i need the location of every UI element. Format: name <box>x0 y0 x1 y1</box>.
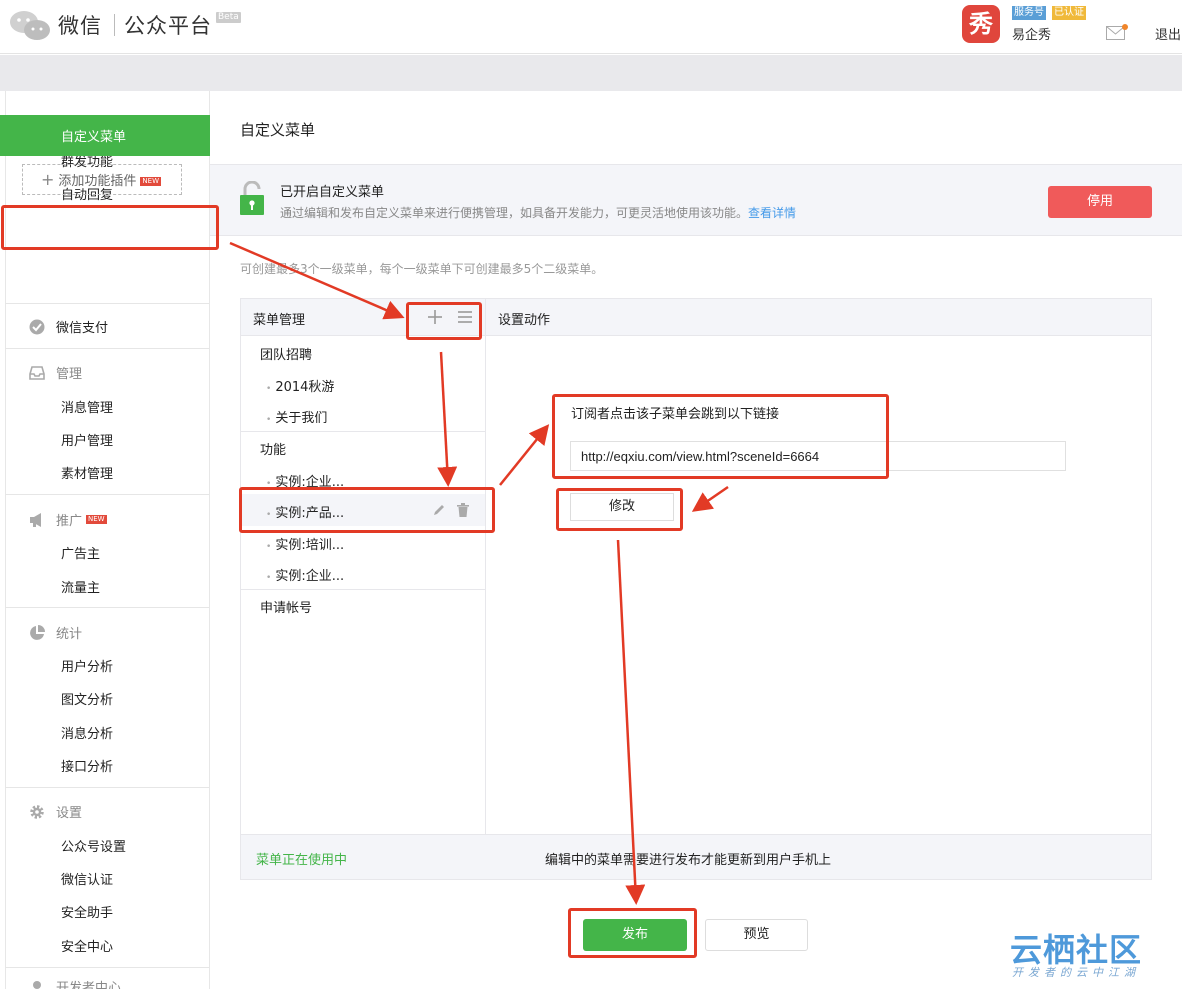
menu-editor-divider <box>485 298 486 834</box>
header-gray-band <box>0 55 1182 91</box>
add-plugin-label: 添加功能插件 <box>58 174 137 189</box>
sidebar-section-manage: 管理 <box>29 363 82 382</box>
banner-description: 通过编辑和发布自定义菜单来进行便携管理，如具备开发能力，可更灵活地使用该功能。查… <box>280 204 796 221</box>
menu-limit-tip: 可创建最多3个一级菜单，每个一级菜单下可创建最多5个二级菜单。 <box>240 262 604 276</box>
menu-item-label: 2014秋游 <box>275 380 335 395</box>
sidebar-item-security-center[interactable]: 安全中心 <box>61 936 113 955</box>
banner-desc-text: 通过编辑和发布自定义菜单来进行便携管理，如具备开发能力，可更灵活地使用该功能。 <box>280 206 749 220</box>
verified-badge: 已认证 <box>1052 6 1086 20</box>
status-banner <box>210 164 1182 236</box>
sidebar-item-user-manage[interactable]: 用户管理 <box>61 430 113 449</box>
publish-tip: 编辑中的菜单需要进行发布才能更新到用户手机上 <box>545 853 832 868</box>
sidebar-item-custom-menu-label: 自定义菜单 <box>61 130 127 145</box>
sidebar-section-stats: 统计 <box>29 623 82 642</box>
sidebar-divider <box>5 348 209 349</box>
bullet-icon: • <box>266 573 272 583</box>
annotation-box-selected-menu <box>239 487 495 533</box>
brand-name: 微信 <box>58 14 102 38</box>
sidebar-divider <box>5 494 209 495</box>
menu-item-level1[interactable]: 申请帐号 <box>260 597 312 616</box>
sidebar-item-security-assistant[interactable]: 安全助手 <box>61 902 113 921</box>
sidebar-item-msg-manage[interactable]: 消息管理 <box>61 397 113 416</box>
annotation-box-add-menu <box>406 302 482 340</box>
mail-icon[interactable] <box>1106 24 1128 40</box>
new-badge: NEW <box>140 177 162 186</box>
banner-title: 已开启自定义菜单 <box>280 185 385 200</box>
sidebar-item-wechat-verify[interactable]: 微信认证 <box>61 869 113 888</box>
sidebar-divider <box>5 303 209 304</box>
sidebar-divider <box>5 607 209 608</box>
preview-button[interactable]: 预览 <box>705 919 808 951</box>
menu-management-title: 菜单管理 <box>253 313 306 328</box>
set-action-title: 设置动作 <box>498 313 551 328</box>
sidebar-section-label: 统计 <box>56 627 83 642</box>
sidebar-divider <box>5 787 209 788</box>
menu-item-label: 实例:培训... <box>275 538 345 553</box>
disable-menu-button[interactable]: 停用 <box>1048 186 1152 218</box>
menu-item-label: 关于我们 <box>275 411 328 426</box>
bullet-icon: • <box>266 384 272 394</box>
sidebar-item-advertiser[interactable]: 广告主 <box>61 543 100 562</box>
new-badge: NEW <box>86 515 107 524</box>
platform-name: 公众平台 <box>124 14 212 38</box>
sidebar-section-label: 开发者中心 <box>56 981 122 989</box>
sidebar-item-traffic-owner[interactable]: 流量主 <box>61 577 100 596</box>
annotation-box-link <box>552 394 889 479</box>
logout-link[interactable]: 退出 <box>1155 24 1181 43</box>
wechat-pay-icon <box>29 319 45 334</box>
megaphone-icon <box>30 512 41 527</box>
beta-badge: Beta <box>216 12 241 23</box>
menu-item-level1[interactable]: 功能 <box>260 439 286 458</box>
menu-item-level1[interactable]: 团队招聘 <box>260 344 312 363</box>
menu-item-level2[interactable]: • 实例:企业... <box>266 565 344 584</box>
menu-item-level2[interactable]: • 2014秋游 <box>266 376 334 395</box>
sidebar-item-material-manage[interactable]: 素材管理 <box>61 463 113 482</box>
unlock-icon <box>240 181 264 215</box>
menu-item-level2[interactable]: • 实例:培训... <box>266 534 344 553</box>
sidebar-section-settings: 设置 <box>29 802 82 821</box>
plus-icon: + <box>41 170 55 189</box>
add-plugin-button[interactable]: + 添加功能插件 NEW <box>22 164 182 195</box>
menu-editor-header <box>240 298 1152 336</box>
pie-chart-icon <box>30 624 45 640</box>
gear-icon <box>30 804 44 819</box>
sidebar-section-label: 推广 <box>56 514 83 529</box>
bullet-icon: • <box>266 415 272 425</box>
wechat-logo-icon <box>10 11 50 40</box>
sidebar-section-dev: 开发者中心 <box>29 980 121 989</box>
view-details-link[interactable]: 查看详情 <box>748 206 796 220</box>
account-name[interactable]: 易企秀 <box>1012 24 1051 43</box>
sidebar-section-label: 微信支付 <box>56 321 109 336</box>
sidebar-item-article-analysis[interactable]: 图文分析 <box>61 689 113 708</box>
inbox-icon <box>29 365 45 380</box>
annotation-box-custom-menu <box>1 205 219 250</box>
sidebar-section-pay[interactable]: 微信支付 <box>29 317 108 336</box>
account-avatar[interactable]: 秀 <box>962 5 1000 43</box>
sidebar-divider <box>5 967 209 968</box>
page-title: 自定义菜单 <box>240 121 316 139</box>
sidebar-section-label: 管理 <box>56 367 83 382</box>
watermark-subtitle: 开发者的云中江湖 <box>1012 966 1140 979</box>
menu-item-level2[interactable]: • 关于我们 <box>266 407 327 426</box>
bullet-icon: • <box>266 542 272 552</box>
service-account-badge: 服务号 <box>1012 6 1046 20</box>
menu-group-divider <box>241 589 485 590</box>
developer-icon <box>33 981 41 989</box>
sidebar-section-label: 设置 <box>56 806 83 821</box>
menu-group-divider <box>241 431 485 432</box>
sidebar-section-promo: 推广 NEW <box>29 510 107 529</box>
sidebar-item-api-analysis[interactable]: 接口分析 <box>61 756 113 775</box>
brand-divider <box>114 14 115 36</box>
annotation-box-publish <box>568 908 697 958</box>
menu-status-text: 菜单正在使用中 <box>256 853 348 868</box>
sidebar-item-user-analysis[interactable]: 用户分析 <box>61 656 113 675</box>
annotation-box-modify <box>556 488 683 531</box>
sidebar-item-msg-analysis[interactable]: 消息分析 <box>61 723 113 742</box>
sidebar-item-account-settings[interactable]: 公众号设置 <box>61 836 126 855</box>
menu-item-label: 实例:企业... <box>275 569 345 584</box>
